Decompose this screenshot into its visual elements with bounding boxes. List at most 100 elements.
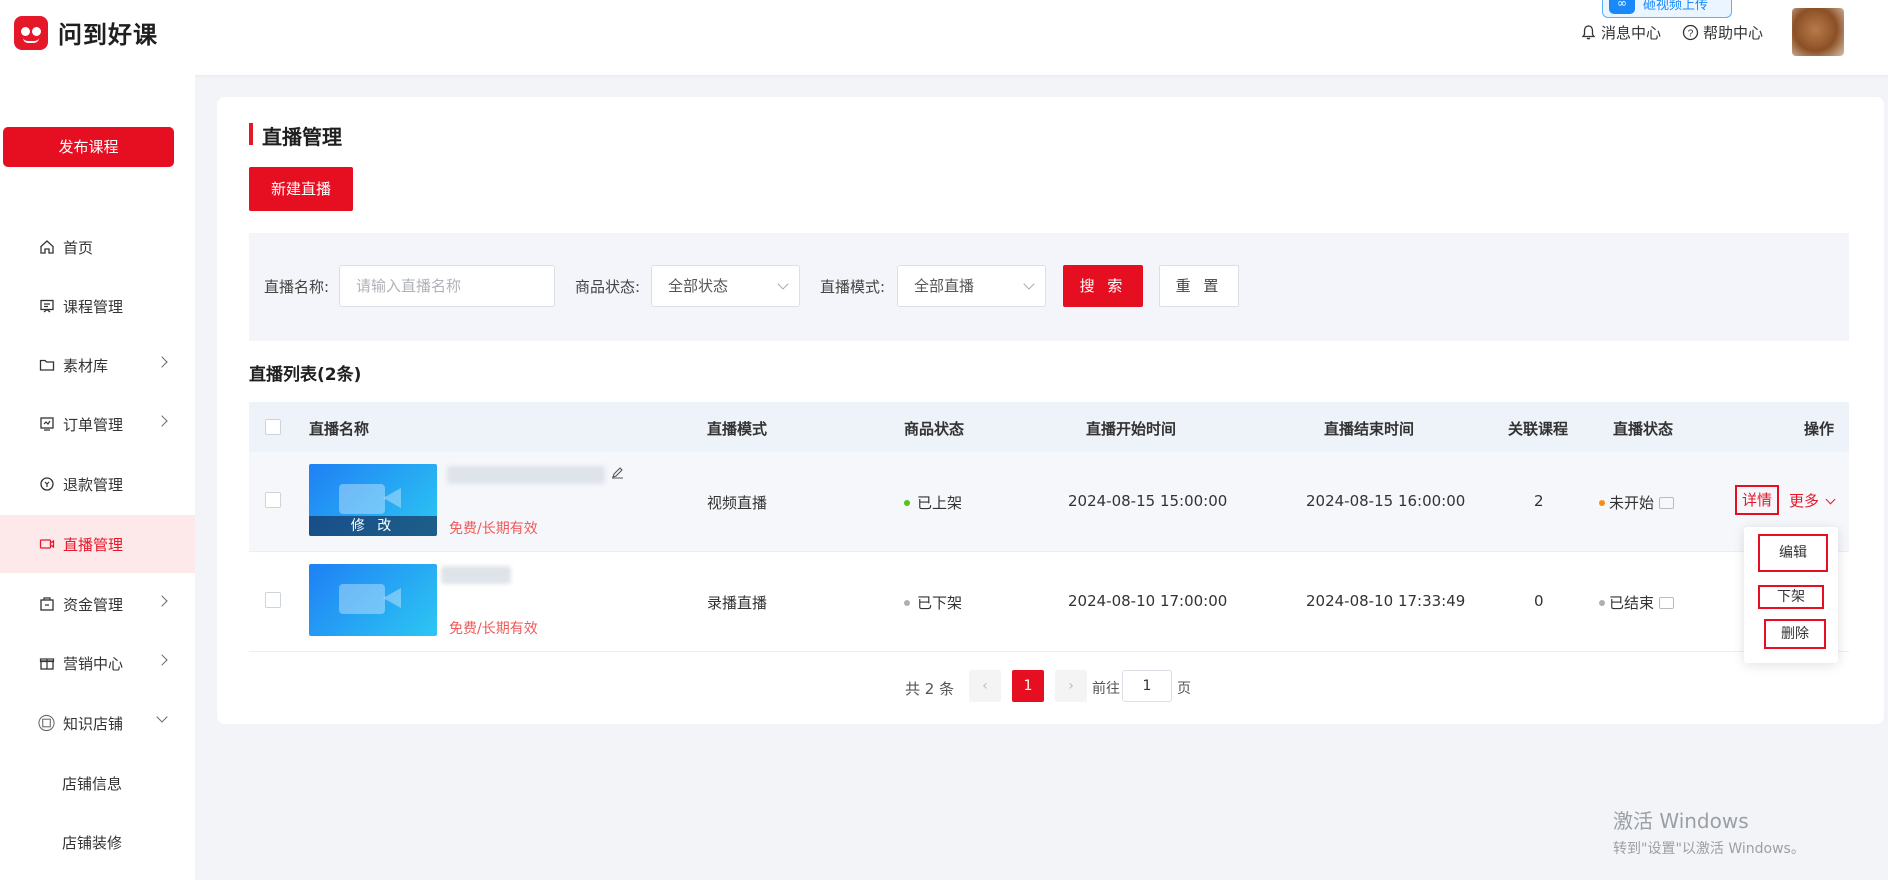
reset-button[interactable]: 重 置 xyxy=(1159,265,1239,307)
svg-text:?: ? xyxy=(1688,28,1694,39)
product-status-select[interactable]: 全部状态 xyxy=(651,265,800,307)
product-status-value: 全部状态 xyxy=(668,277,729,295)
sidebar-item-marketing[interactable]: 营销中心 xyxy=(0,634,195,692)
sidebar-item-live[interactable]: 直播管理 xyxy=(0,515,195,573)
detail-button[interactable]: 详情 xyxy=(1735,485,1779,515)
brand-logo[interactable]: 问到好课 xyxy=(14,15,158,50)
product-status-cell: 已下架 xyxy=(904,592,962,613)
sidebar-item-home[interactable]: 首页 xyxy=(0,218,195,276)
help-center-link[interactable]: ? 帮助中心 xyxy=(1682,22,1763,43)
live-status-cell: 未开始 xyxy=(1599,492,1675,513)
col-live-status: 直播状态 xyxy=(1613,420,1674,438)
next-page-button[interactable]: › xyxy=(1055,670,1087,702)
user-avatar[interactable] xyxy=(1792,8,1844,56)
status-dot xyxy=(904,599,910,606)
row-checkbox[interactable] xyxy=(265,492,281,508)
watermark-title: 激活 Windows xyxy=(1613,809,1749,833)
chevron-right-icon xyxy=(156,356,168,368)
col-end-time: 直播结束时间 xyxy=(1324,420,1415,438)
select-all-checkbox[interactable] xyxy=(265,419,281,435)
name-filter-label: 直播名称: xyxy=(264,278,330,296)
page-title: 直播管理 xyxy=(262,125,342,149)
sidebar-item-label: 知识店铺 xyxy=(63,714,124,733)
col-product-status: 商品状态 xyxy=(904,420,965,438)
gift-icon xyxy=(38,655,55,672)
table-row: 免费/长期有效 录播直播 已下架 2024-08-10 17:00:00 202… xyxy=(249,552,1849,652)
sidebar-item-course[interactable]: 课程管理 xyxy=(0,277,195,335)
sidebar-item-label: 退款管理 xyxy=(63,475,124,494)
live-mode-value: 全部直播 xyxy=(914,277,975,295)
edit-thumbnail-button[interactable]: 修 改 xyxy=(309,516,437,536)
edit-pencil-icon[interactable] xyxy=(611,465,624,483)
search-button[interactable]: 搜 索 xyxy=(1063,265,1143,307)
end-time-cell: 2024-08-15 16:00:00 xyxy=(1306,492,1466,510)
start-time-cell: 2024-08-15 15:00:00 xyxy=(1068,492,1228,510)
sidebar-item-label: 课程管理 xyxy=(63,297,124,316)
course-icon xyxy=(38,298,55,315)
folder-icon xyxy=(38,357,55,374)
live-mode-select[interactable]: 全部直播 xyxy=(897,265,1046,307)
home-icon xyxy=(38,239,55,256)
sidebar-item-label: 店铺装修 xyxy=(62,833,123,852)
order-icon xyxy=(38,416,55,433)
goto-page-input[interactable]: 1 xyxy=(1122,670,1172,702)
publish-course-button[interactable]: 发布课程 xyxy=(3,127,174,167)
page-1-button[interactable]: 1 xyxy=(1012,670,1044,702)
upload-icon: ∞ xyxy=(1609,0,1635,14)
live-mode-cell: 视频直播 xyxy=(707,494,768,512)
live-name-redacted xyxy=(441,566,511,584)
table-header: 直播名称 直播模式 商品状态 直播开始时间 直播结束时间 关联课程 直播状态 操… xyxy=(249,402,1849,452)
col-actions: 操作 xyxy=(1804,420,1835,438)
live-status-cell: 已结束 xyxy=(1599,592,1675,613)
delete-menu-item[interactable]: 删除 xyxy=(1764,619,1826,649)
more-dropdown[interactable]: 更多 xyxy=(1789,490,1836,511)
chevron-right-icon xyxy=(156,595,168,607)
screen-icon xyxy=(1659,596,1675,609)
wallet-icon xyxy=(38,596,55,613)
upload-badge-label: 砸视频上传 xyxy=(1643,0,1709,13)
live-name-placeholder: 请输入直播名称 xyxy=(356,277,462,295)
live-mode-cell: 录播直播 xyxy=(707,594,768,612)
status-dot xyxy=(904,499,910,506)
row-checkbox[interactable] xyxy=(265,592,281,608)
product-status-text: 已上架 xyxy=(917,494,963,512)
sidebar-item-store-decor[interactable]: 店铺装修 xyxy=(0,813,195,871)
sidebar-item-orders[interactable]: 订单管理 xyxy=(0,395,195,453)
refund-icon xyxy=(38,476,55,493)
sidebar: 发布课程 首页 课程管理 素材库 订单管理 退款管理 直播管理 资金管理 营销中… xyxy=(0,75,195,880)
price-label: 免费/长期有效 xyxy=(449,621,538,637)
edit-menu-item[interactable]: 编辑 xyxy=(1758,534,1828,572)
col-courses: 关联课程 xyxy=(1508,420,1569,438)
sidebar-item-materials[interactable]: 素材库 xyxy=(0,336,195,394)
live-status-text: 已结束 xyxy=(1609,594,1655,612)
unpublish-menu-item[interactable]: 下架 xyxy=(1758,585,1824,609)
sidebar-item-refund[interactable]: 退款管理 xyxy=(0,455,195,513)
pagination-total: 共 2 条 xyxy=(905,680,955,698)
chevron-right-icon xyxy=(156,415,168,427)
sidebar-item-store[interactable]: 知识店铺 xyxy=(0,694,195,752)
col-start-time: 直播开始时间 xyxy=(1086,420,1177,438)
help-center-label: 帮助中心 xyxy=(1703,24,1764,42)
live-thumbnail[interactable] xyxy=(309,564,437,636)
page-unit-label: 页 xyxy=(1177,681,1191,697)
sidebar-item-funds[interactable]: 资金管理 xyxy=(0,575,195,633)
message-center-link[interactable]: 消息中心 xyxy=(1580,22,1661,43)
live-status-text: 未开始 xyxy=(1609,494,1655,512)
sidebar-item-label: 资金管理 xyxy=(63,595,124,614)
upload-badge[interactable]: ∞ 砸视频上传 xyxy=(1602,0,1732,18)
sidebar-item-label: 营销中心 xyxy=(63,654,124,673)
new-live-button[interactable]: 新建直播 xyxy=(249,167,353,211)
message-center-label: 消息中心 xyxy=(1601,24,1662,42)
bell-icon xyxy=(1581,25,1596,40)
live-name-input[interactable]: 请输入直播名称 xyxy=(339,265,555,307)
courses-cell: 2 xyxy=(1534,492,1544,510)
sidebar-item-store-info[interactable]: 店铺信息 xyxy=(0,754,195,812)
product-status-text: 已下架 xyxy=(917,594,963,612)
live-name-redacted xyxy=(447,466,605,484)
filter-panel: 直播名称: 请输入直播名称 商品状态: 全部状态 直播模式: 全部直播 搜 索 … xyxy=(249,233,1849,341)
top-header: 问到好课 ∞ 砸视频上传 消息中心 ? 帮助中心 xyxy=(0,0,1888,75)
prev-page-button[interactable]: ‹ xyxy=(969,670,1001,702)
chevron-down-icon xyxy=(1825,494,1836,505)
live-thumbnail[interactable]: 修 改 xyxy=(309,464,437,536)
live-icon xyxy=(38,536,55,553)
